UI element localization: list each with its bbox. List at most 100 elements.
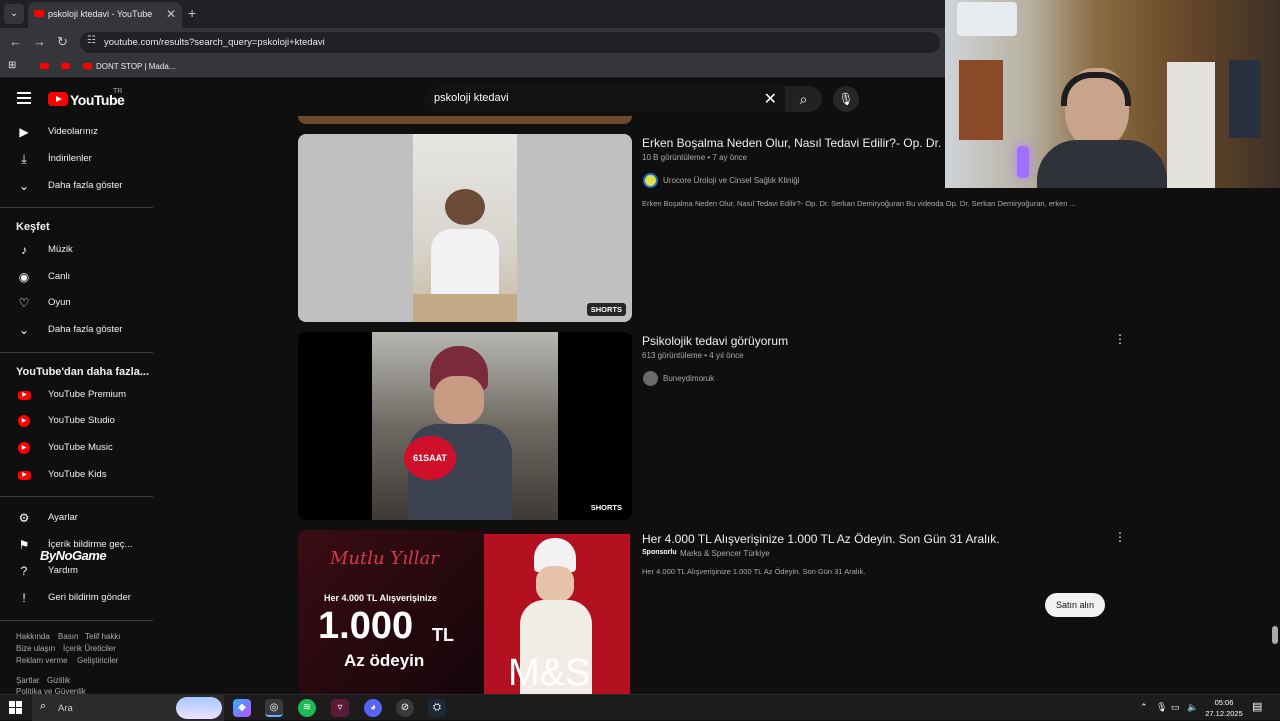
sidebar-divider: [0, 207, 153, 208]
microphone-icon[interactable]: 🎙: [1156, 702, 1167, 713]
sidebar-item-label: YouTube Studio: [48, 415, 115, 426]
address-bar-row: ← → ↻ ☷ youtube.com/results?search_query…: [0, 28, 945, 56]
taskbar-search-input[interactable]: ⌕ Ara: [32, 695, 224, 721]
youtube-studio-icon: ▶: [18, 415, 30, 427]
channel-name[interactable]: Urocore Üroloji ve Cinsel Sağlık Kliniği: [663, 176, 800, 185]
ad-model-face: [536, 566, 574, 602]
taskbar-search-label: Ara: [58, 703, 73, 714]
new-tab-icon[interactable]: +: [188, 5, 196, 21]
bookmark-dont-stop[interactable]: DONT STOP | Mada...: [96, 62, 175, 71]
webcam-overlay: [945, 0, 1280, 188]
ad-thumbnail[interactable]: Mutlu Yıllar Her 4.000 TL Alışverişinize…: [298, 530, 632, 694]
channel-avatar[interactable]: [643, 371, 658, 386]
result-thumbnail[interactable]: SHORTS: [298, 134, 632, 322]
footer-link[interactable]: Basın: [58, 632, 78, 641]
sidebar-item-settings[interactable]: ⚙ Ayarlar: [0, 505, 153, 531]
app-icon[interactable]: ⊘: [396, 699, 414, 717]
site-info-icon[interactable]: ☷: [87, 35, 96, 46]
clock-time: 05:06: [1214, 698, 1234, 707]
footer-link[interactable]: Gizlilik: [47, 676, 70, 685]
clear-search-icon[interactable]: ✕: [764, 89, 777, 109]
search-input[interactable]: pskoloji ktedavi ✕: [425, 86, 785, 112]
bookmark-youtube-icon: [83, 63, 92, 69]
sidebar-item-label: Yardım: [48, 565, 78, 576]
sidebar-item-youtube-premium[interactable]: ▶ YouTube Premium: [0, 382, 153, 408]
network-icon[interactable]: ▭: [1171, 702, 1180, 713]
ad-brand-logo: M&S: [508, 652, 591, 694]
sidebar-item-label: İndirilenler: [48, 153, 92, 164]
browser-tab[interactable]: pskoloji ktedavi - YouTube ✕: [28, 2, 182, 28]
footer-link[interactable]: Şartlar: [16, 676, 40, 685]
url-input[interactable]: ☷ youtube.com/results?search_query=pskol…: [80, 32, 940, 53]
result-thumbnail[interactable]: 61SAAT SHORTS: [298, 332, 632, 520]
clock[interactable]: 05:06 27.12.2025: [1204, 697, 1244, 719]
footer-link[interactable]: Bize ulaşın: [16, 644, 55, 653]
result-title[interactable]: Her 4.000 TL Alışverişinize 1.000 TL Az …: [642, 532, 1000, 546]
search-button[interactable]: ⌕: [785, 86, 822, 112]
sidebar-item-youtube-studio[interactable]: ▶ YouTube Studio: [0, 408, 153, 434]
reload-icon[interactable]: ↻: [57, 34, 68, 50]
page-scrollbar-thumb[interactable]: [1272, 626, 1278, 644]
help-icon: ?: [20, 564, 28, 578]
tray-expand-icon[interactable]: ⌃: [1140, 702, 1148, 713]
sidebar-item-live[interactable]: ◉ Canlı: [0, 264, 153, 290]
shorts-badge: SHORTS: [586, 303, 626, 316]
air-conditioner: [957, 2, 1017, 36]
tab-search-dropdown-icon[interactable]: ⌄: [4, 4, 24, 24]
advertiser-name[interactable]: Marks & Spencer Türkiye: [680, 549, 770, 558]
footer-link[interactable]: Geliştiriciler: [77, 656, 118, 665]
rgb-light: [1017, 146, 1029, 178]
sidebar-item-downloads[interactable]: ⤓ İndirilenler: [0, 146, 153, 172]
notifications-icon[interactable]: ▤: [1252, 700, 1262, 713]
sidebar-item-show-more[interactable]: ⌄ Daha fazla göster: [0, 173, 153, 199]
channel-avatar[interactable]: [643, 173, 658, 188]
spotify-icon[interactable]: ≋: [298, 699, 316, 717]
windows-start-icon[interactable]: [9, 701, 22, 714]
sidebar-item-send-feedback[interactable]: ! Geri bildirim gönder: [0, 585, 153, 611]
youtube-logo-icon[interactable]: [48, 92, 68, 106]
sidebar-item-youtube-kids[interactable]: ▶ YouTube Kids: [0, 462, 153, 488]
sidebar-item-gaming[interactable]: ♡ Oyun: [0, 290, 153, 316]
footer-link[interactable]: Reklam verme: [16, 656, 68, 665]
apps-grid-icon[interactable]: ⊞: [8, 60, 16, 71]
sidebar-item-show-more-explore[interactable]: ⌄ Daha fazla göster: [0, 317, 153, 343]
country-code: TR: [113, 88, 123, 95]
sidebar-item-your-videos[interactable]: ▶ Videolarınız: [0, 119, 153, 145]
sidebar-item-label: Daha fazla göster: [48, 324, 123, 335]
footer-link[interactable]: İçerik Üreticiler: [63, 644, 116, 653]
steam-icon[interactable]: ⛭: [428, 699, 446, 717]
channel-name[interactable]: Buneydimoruk: [663, 374, 714, 383]
music-icon: ♪: [21, 243, 27, 257]
forward-icon[interactable]: →: [33, 34, 46, 49]
volume-icon[interactable]: 🔈: [1187, 702, 1198, 713]
chrome-icon[interactable]: ◎: [265, 699, 283, 717]
ad-line-2: Az ödeyin: [344, 651, 425, 670]
gear-icon: ⚙: [18, 511, 30, 525]
footer-link[interactable]: Telif hakkı: [85, 632, 121, 641]
menu-icon[interactable]: [17, 92, 31, 104]
bookmark-youtube-icon[interactable]: [40, 63, 49, 69]
tab-close-icon[interactable]: ✕: [166, 7, 176, 21]
sidebar-item-help[interactable]: ? Yardım: [0, 558, 153, 584]
sidebar-item-label: YouTube Music: [48, 442, 113, 453]
discord-icon[interactable]: ◕: [364, 699, 382, 717]
more-options-icon[interactable]: ⋮: [1114, 332, 1126, 346]
bookmark-youtube-icon[interactable]: [61, 63, 70, 69]
voice-search-icon[interactable]: 🎙: [833, 86, 859, 112]
sidebar-item-youtube-music[interactable]: ▶ YouTube Music: [0, 435, 153, 461]
app-icon[interactable]: ▿: [331, 699, 349, 717]
sidebar-item-label: Canlı: [48, 271, 71, 282]
sidebar-divider: [0, 496, 153, 497]
sidebar-heading-more-from-youtube: YouTube'dan daha fazla...: [16, 366, 149, 378]
footer-link[interactable]: Hakkında: [16, 632, 50, 641]
back-icon[interactable]: ←: [9, 34, 22, 49]
buy-now-button[interactable]: Satın alın: [1045, 593, 1105, 617]
sidebar-item-music[interactable]: ♪ Müzik: [0, 237, 153, 263]
more-options-icon[interactable]: ⋮: [1114, 530, 1126, 544]
streamer-body: [1037, 140, 1167, 188]
previous-result-thumbnail[interactable]: [298, 116, 632, 124]
sidebar-divider: [0, 620, 153, 621]
result-title[interactable]: Erken Boşalma Neden Olur, Nasıl Tedavi E…: [642, 136, 959, 150]
copilot-icon[interactable]: ◆: [233, 699, 251, 717]
result-title[interactable]: Psikolojik tedavi görüyorum: [642, 334, 788, 348]
